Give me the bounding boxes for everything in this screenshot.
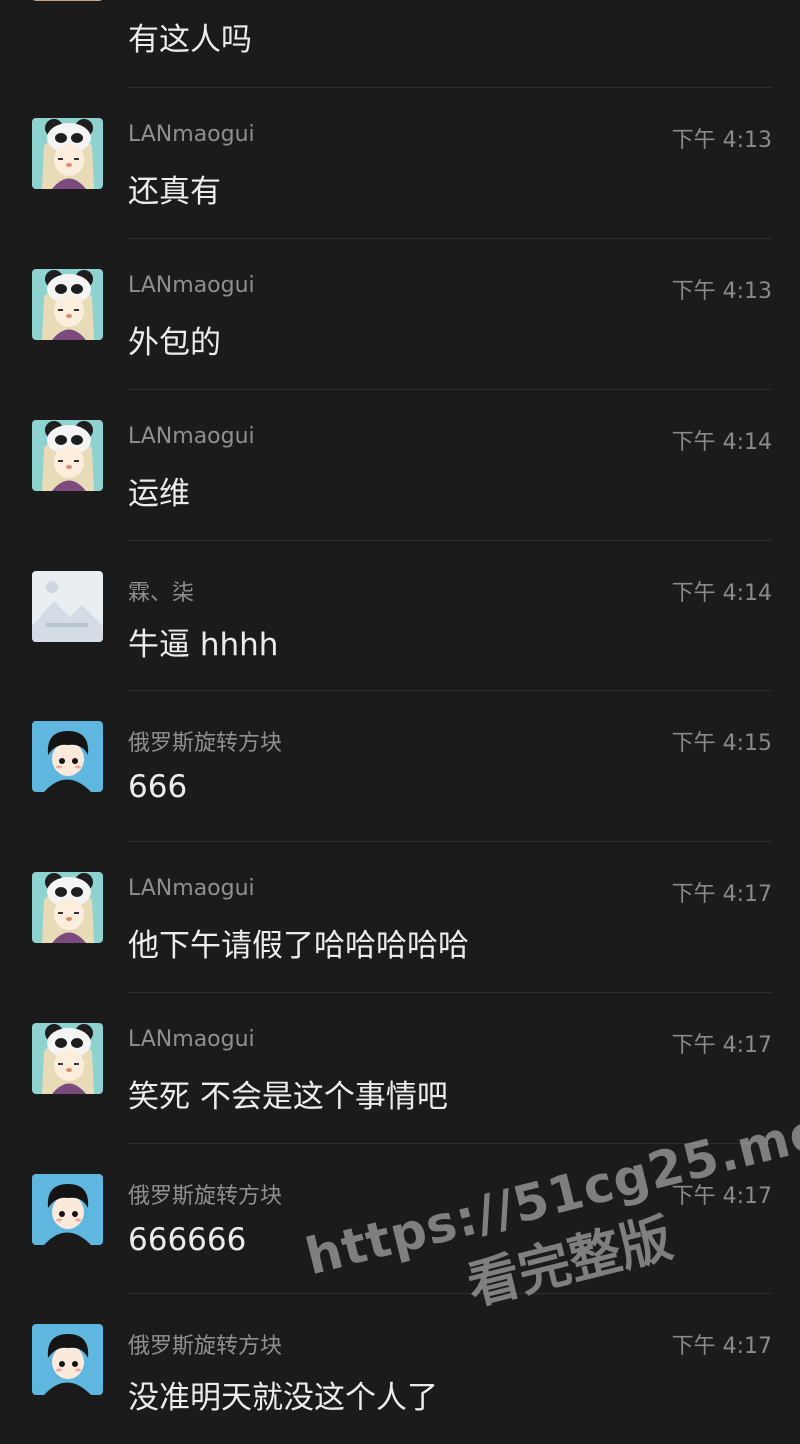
message-item[interactable]: 有这人吗: [0, 0, 800, 58]
message-time: 下午 4:14: [671, 581, 772, 606]
message-time: 下午 4:13: [671, 279, 772, 304]
message-time: 下午 4:15: [671, 731, 772, 756]
message-text: 有这人吗: [128, 22, 252, 58]
message-text: 外包的: [128, 325, 221, 361]
sender-name[interactable]: LANmaogui: [128, 876, 255, 901]
panda-girl-avatar-icon[interactable]: [32, 872, 103, 943]
message-item[interactable]: 俄罗斯旋转方块 下午 4:17 666666: [0, 1144, 800, 1294]
message-time: 下午 4:17: [671, 1334, 772, 1359]
message-item[interactable]: 霖、柒 下午 4:14 牛逼 hhhh: [0, 541, 800, 691]
sender-name[interactable]: LANmaogui: [128, 273, 255, 298]
sender-name[interactable]: 俄罗斯旋转方块: [128, 1178, 282, 1210]
sender-name[interactable]: 俄罗斯旋转方块: [128, 1328, 282, 1360]
landscape-placeholder-avatar-icon[interactable]: [32, 571, 103, 642]
message-item[interactable]: LANmaogui 下午 4:13 外包的: [0, 239, 800, 389]
message-text: 没准明天就没这个人了: [128, 1380, 438, 1416]
message-item[interactable]: 俄罗斯旋转方块 下午 4:15 666: [0, 691, 800, 841]
message-time: 下午 4:14: [671, 430, 772, 455]
panda-girl-avatar-icon[interactable]: [32, 420, 103, 491]
panda-girl-avatar-icon[interactable]: [32, 1023, 103, 1094]
cartoon-boy-avatar-icon[interactable]: [32, 1324, 103, 1395]
message-time: 下午 4:17: [671, 1184, 772, 1209]
message-time: 下午 4:17: [671, 1033, 772, 1058]
message-item[interactable]: LANmaogui 下午 4:14 运维: [0, 390, 800, 540]
message-time: 下午 4:17: [671, 882, 772, 907]
sender-name[interactable]: 霖、柒: [128, 575, 194, 607]
message-text: 666: [128, 769, 188, 805]
sender-name[interactable]: LANmaogui: [128, 122, 255, 147]
message-text: 还真有: [128, 174, 221, 210]
message-text: 笑死 不会是这个事情吧: [128, 1079, 448, 1115]
message-item[interactable]: LANmaogui 下午 4:17 笑死 不会是这个事情吧: [0, 993, 800, 1143]
sender-name[interactable]: LANmaogui: [128, 424, 255, 449]
message-text: 他下午请假了哈哈哈哈哈: [128, 928, 469, 964]
sender-name[interactable]: LANmaogui: [128, 1027, 255, 1052]
message-text: 666666: [128, 1222, 247, 1258]
cartoon-boy-avatar-icon[interactable]: [32, 721, 103, 792]
message-item[interactable]: LANmaogui 下午 4:17 他下午请假了哈哈哈哈哈: [0, 842, 800, 992]
photo-avatar-icon[interactable]: [32, 0, 103, 1]
message-text: 牛逼 hhhh: [128, 627, 279, 663]
panda-girl-avatar-icon[interactable]: [32, 269, 103, 340]
cartoon-boy-avatar-icon[interactable]: [32, 1174, 103, 1245]
message-text: 运维: [128, 476, 190, 512]
message-item[interactable]: LANmaogui 下午 4:13 还真有: [0, 88, 800, 238]
panda-girl-avatar-icon[interactable]: [32, 118, 103, 189]
message-time: 下午 4:13: [671, 128, 772, 153]
sender-name[interactable]: 俄罗斯旋转方块: [128, 725, 282, 757]
